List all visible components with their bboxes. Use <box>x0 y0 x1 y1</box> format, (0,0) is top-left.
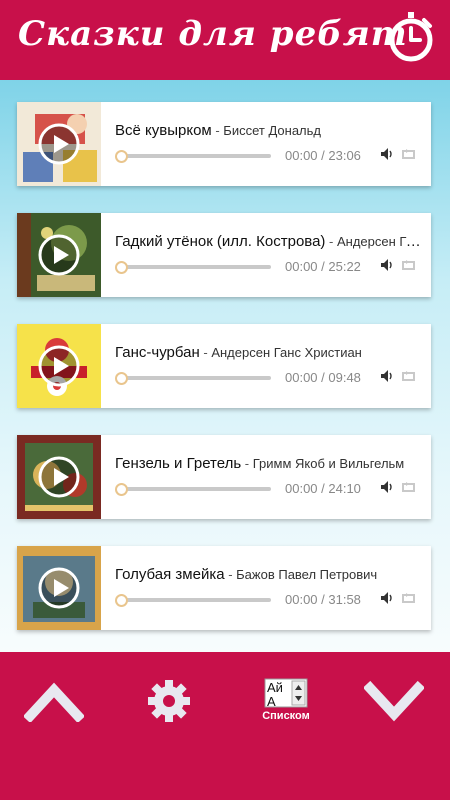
volume-icon[interactable] <box>380 147 394 161</box>
track-title-line: Гензель и Гретель - Гримм Якоб и Вильгел… <box>115 455 405 472</box>
svg-text:Aй: Aй <box>267 680 283 695</box>
play-icon[interactable] <box>38 345 80 387</box>
play-icon[interactable] <box>38 123 80 165</box>
list-format-icon[interactable]: Aй A <box>264 678 308 708</box>
stopwatch-icon[interactable] <box>384 10 438 64</box>
track-time: 00:00 / 09:48 <box>285 370 361 385</box>
track-title: Гензель и Гретель <box>115 455 242 472</box>
volume-icon[interactable] <box>380 258 394 272</box>
track-card[interactable]: Ганс-чурбан - Андерсен Ганс Христиан 00:… <box>17 324 431 408</box>
track-card[interactable]: Гензель и Гретель - Гримм Якоб и Вильгел… <box>17 435 431 519</box>
track-author: Андерсен Ганс Христиан <box>336 234 421 249</box>
track-author: Бажов Павел Петрович <box>236 567 378 582</box>
track-card[interactable]: Гадкий утёнок (илл. Кострова) - Андерсен… <box>17 213 431 297</box>
seek-slider[interactable] <box>115 372 271 385</box>
track-author: Андерсен Ганс Христиан <box>211 345 362 360</box>
seek-slider[interactable] <box>115 261 271 274</box>
track-card[interactable]: Голубая змейка - Бажов Павел Петрович 00… <box>17 546 431 630</box>
track-title-line: Всё кувырком - Биссет Дональд <box>115 122 321 139</box>
seek-thumb[interactable] <box>115 594 128 607</box>
track-author: Биссет Дональд <box>223 123 321 138</box>
svg-text:A: A <box>267 694 276 708</box>
track-time: 00:00 / 25:22 <box>285 259 361 274</box>
gear-icon[interactable] <box>146 678 192 724</box>
volume-icon[interactable] <box>380 591 394 605</box>
chevron-up-icon[interactable] <box>24 680 84 722</box>
chevron-down-icon[interactable] <box>364 680 424 722</box>
track-title: Гадкий утёнок (илл. Кострова) <box>115 233 326 250</box>
track-time: 00:00 / 31:58 <box>285 592 361 607</box>
seek-slider[interactable] <box>115 483 271 496</box>
volume-icon[interactable] <box>380 369 394 383</box>
loop-icon[interactable] <box>400 260 417 271</box>
loop-icon[interactable] <box>400 371 417 382</box>
track-title-line: Голубая змейка - Бажов Павел Петрович <box>115 566 378 583</box>
seek-slider[interactable] <box>115 150 271 163</box>
track-title: Ганс-чурбан <box>115 344 200 361</box>
play-icon[interactable] <box>38 234 80 276</box>
track-title-line: Ганс-чурбан - Андерсен Ганс Христиан <box>115 344 362 361</box>
track-title: Всё кувырком <box>115 122 212 139</box>
app-title: Сказки для ребят <box>18 14 408 54</box>
track-card[interactable]: Всё кувырком - Биссет Дональд 00:00 / 23… <box>17 102 431 186</box>
seek-thumb[interactable] <box>115 483 128 496</box>
app-header: Сказки для ребят <box>0 0 450 80</box>
seek-thumb[interactable] <box>115 150 128 163</box>
loop-icon[interactable] <box>400 593 417 604</box>
track-author: Гримм Якоб и Вильгельм <box>252 456 405 471</box>
volume-icon[interactable] <box>380 480 394 494</box>
track-time: 00:00 / 23:06 <box>285 148 361 163</box>
loop-icon[interactable] <box>400 482 417 493</box>
track-list[interactable]: Всё кувырком - Биссет Дональд 00:00 / 23… <box>0 80 450 652</box>
loop-icon[interactable] <box>400 149 417 160</box>
track-title-line: Гадкий утёнок (илл. Кострова) - Андерсен… <box>115 233 421 250</box>
seek-slider[interactable] <box>115 594 271 607</box>
track-time: 00:00 / 24:10 <box>285 481 361 496</box>
track-title: Голубая змейка <box>115 566 225 583</box>
seek-thumb[interactable] <box>115 372 128 385</box>
bottom-toolbar <box>0 652 450 800</box>
seek-thumb[interactable] <box>115 261 128 274</box>
play-icon[interactable] <box>38 567 80 609</box>
list-format-label[interactable]: Списком <box>258 710 314 722</box>
play-icon[interactable] <box>38 456 80 498</box>
